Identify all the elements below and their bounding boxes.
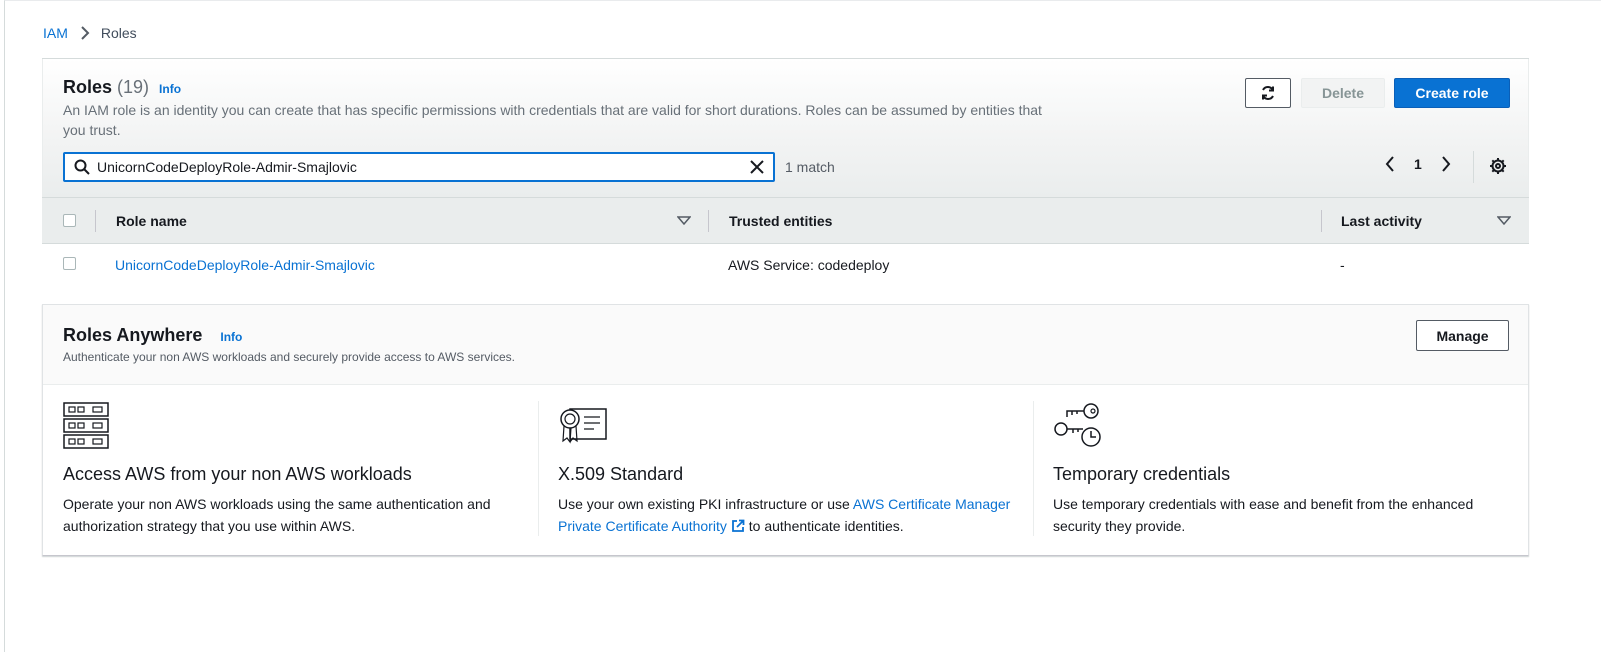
- close-icon[interactable]: [749, 159, 765, 175]
- search-icon: [74, 159, 90, 175]
- column-header-role-name[interactable]: Role name: [116, 213, 187, 229]
- roles-anywhere-title-group: Roles Anywhere Info: [63, 325, 242, 346]
- roles-anywhere-panel: Roles Anywhere Info Authenticate your no…: [42, 304, 1529, 556]
- select-all-checkbox[interactable]: [63, 214, 76, 227]
- external-link-icon[interactable]: [731, 519, 745, 533]
- trusted-entities-cell: AWS Service: codedeploy: [728, 257, 890, 273]
- roles-title-group: Roles (19) Info: [63, 77, 181, 98]
- feature-title: Access AWS from your non AWS workloads: [63, 464, 412, 484]
- column-divider: [1321, 210, 1322, 232]
- column-header-trusted-entities[interactable]: Trusted entities: [729, 213, 832, 229]
- column-header-last-activity[interactable]: Last activity: [1341, 213, 1422, 229]
- server-rack-icon: [63, 401, 543, 451]
- create-role-button[interactable]: Create role: [1394, 78, 1510, 108]
- feature-divider: [538, 401, 539, 536]
- refresh-button[interactable]: [1245, 78, 1291, 108]
- feature-access-aws: Access AWS from your non AWS workloads O…: [63, 401, 543, 537]
- last-activity-cell: -: [1340, 257, 1345, 273]
- chevron-left-icon[interactable]: [1384, 156, 1396, 172]
- chevron-right-icon[interactable]: [1440, 156, 1452, 172]
- feature-text: Use your own existing PKI infrastructure…: [558, 493, 1018, 537]
- breadcrumb-iam-link[interactable]: IAM: [43, 25, 68, 41]
- chevron-right-icon: [80, 26, 90, 40]
- divider: [1473, 151, 1474, 183]
- column-divider: [95, 210, 96, 232]
- roles-anywhere-header: Roles Anywhere Info Authenticate your no…: [43, 305, 1528, 385]
- feature-divider: [1033, 401, 1034, 536]
- keys-clock-icon: [1053, 401, 1513, 451]
- roles-anywhere-description: Authenticate your non AWS workloads and …: [63, 350, 515, 364]
- role-name-link[interactable]: UnicornCodeDeployRole-Admir-Smajlovic: [115, 257, 375, 273]
- search-input[interactable]: [97, 159, 737, 175]
- roles-anywhere-title: Roles Anywhere: [63, 325, 203, 345]
- breadcrumb: IAM Roles: [43, 25, 137, 41]
- feature-text: Use temporary credentials with ease and …: [1053, 496, 1474, 534]
- page-title: Roles: [63, 77, 113, 97]
- gear-icon[interactable]: [1489, 157, 1507, 175]
- feature-text-before: Use your own existing PKI infrastructure…: [558, 496, 853, 512]
- sort-down-icon[interactable]: [677, 216, 691, 225]
- sort-down-icon[interactable]: [1497, 216, 1511, 225]
- match-count: 1 match: [785, 159, 835, 175]
- feature-temporary-credentials: Temporary credentials Use temporary cred…: [1053, 401, 1513, 537]
- pagination: 1: [1384, 156, 1452, 172]
- feature-title: X.509 Standard: [558, 464, 684, 484]
- feature-x509: X.509 Standard Use your own existing PKI…: [558, 401, 1018, 537]
- feature-title: Temporary credentials: [1053, 464, 1231, 484]
- feature-text-after: to authenticate identities.: [744, 518, 904, 534]
- manage-button[interactable]: Manage: [1416, 320, 1509, 351]
- roles-panel: Roles (19) Info An IAM role is an identi…: [42, 58, 1529, 284]
- column-divider: [708, 210, 709, 232]
- search-field[interactable]: [63, 152, 775, 182]
- breadcrumb-current: Roles: [100, 25, 137, 41]
- certificate-icon: [558, 401, 1018, 451]
- page-number[interactable]: 1: [1414, 156, 1422, 172]
- delete-button[interactable]: Delete: [1301, 78, 1385, 108]
- table-row[interactable]: UnicornCodeDeployRole-Admir-Smajlovic AW…: [42, 244, 1529, 284]
- row-checkbox[interactable]: [63, 257, 76, 270]
- roles-header: Roles (19) Info An IAM role is an identi…: [42, 59, 1529, 197]
- roles-info-link[interactable]: Info: [159, 82, 181, 96]
- refresh-icon: [1260, 85, 1276, 101]
- roles-count: (19): [117, 77, 150, 97]
- roles-description: An IAM role is an identity you can creat…: [63, 102, 1042, 138]
- roles-anywhere-info-link[interactable]: Info: [220, 330, 242, 344]
- feature-text: Operate your non AWS workloads using the…: [63, 496, 491, 534]
- table-header: Role name Trusted entities Last activity: [42, 197, 1529, 244]
